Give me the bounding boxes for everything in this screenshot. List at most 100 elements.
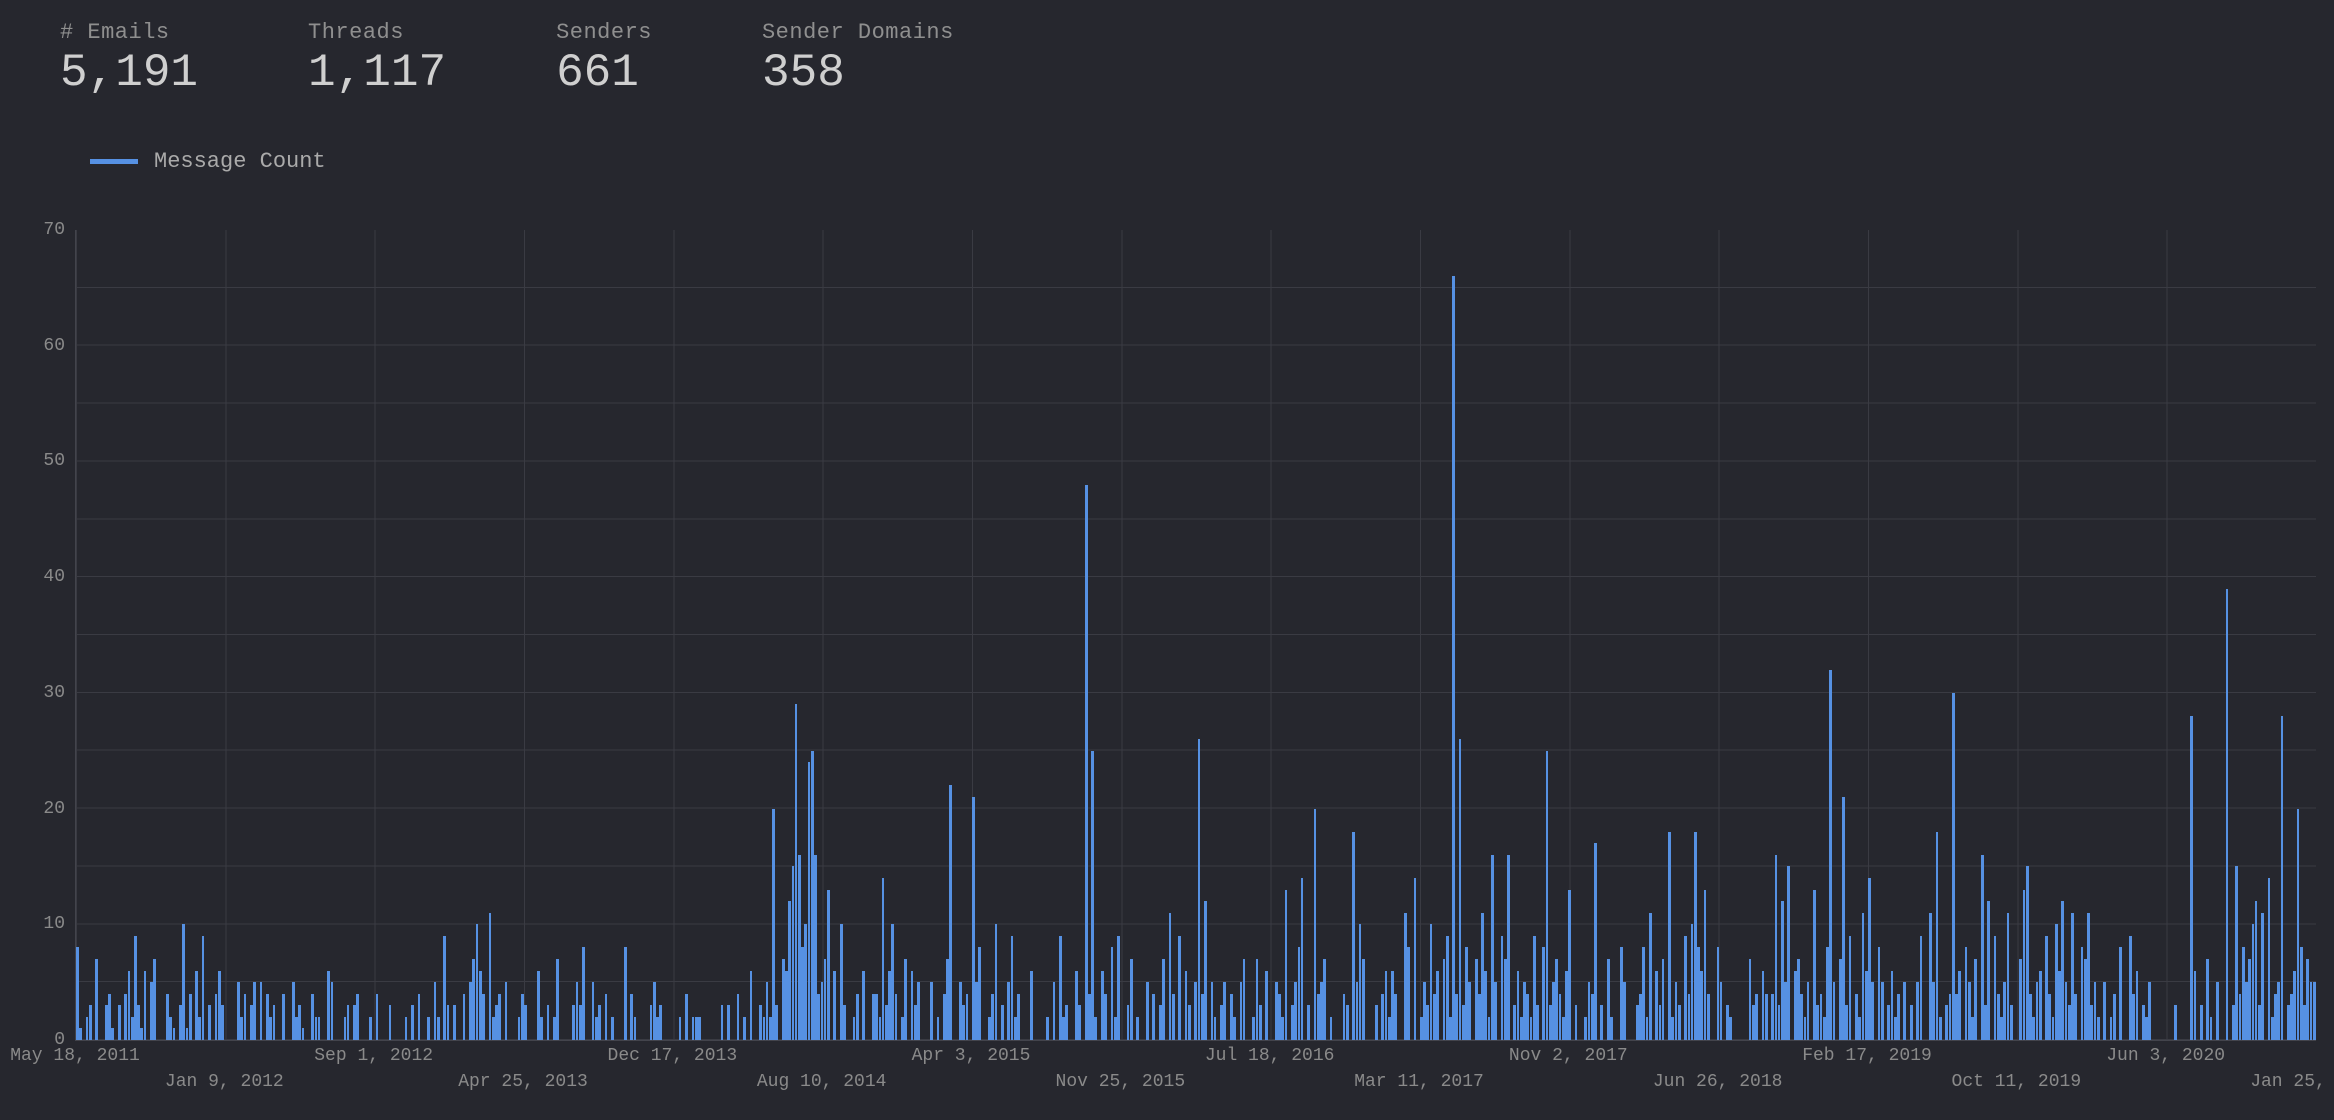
chart-bar[interactable] [2174, 1005, 2177, 1040]
chart-bar[interactable] [540, 1017, 543, 1040]
chart-bar[interactable] [1594, 843, 1597, 1040]
chart-bar[interactable] [2039, 971, 2042, 1040]
chart-bar[interactable] [750, 971, 753, 1040]
chart-bar[interactable] [1600, 1005, 1603, 1040]
chart-bar[interactable] [1842, 797, 1845, 1040]
chart-bar[interactable] [2261, 913, 2264, 1040]
chart-bar[interactable] [1259, 1005, 1262, 1040]
chart-bar[interactable] [995, 924, 998, 1040]
chart-bar[interactable] [1787, 866, 1790, 1040]
chart-bar[interactable] [2268, 878, 2271, 1040]
chart-bar[interactable] [1575, 1005, 1578, 1040]
chart-bar[interactable] [76, 947, 79, 1040]
chart-bar[interactable] [843, 1005, 846, 1040]
chart-bar[interactable] [917, 982, 920, 1040]
chart-bar[interactable] [1678, 1005, 1681, 1040]
chart-bar[interactable] [1330, 1017, 1333, 1040]
chart-bar[interactable] [1452, 276, 1455, 1040]
chart-bar[interactable] [1507, 855, 1510, 1040]
chart-bar[interactable] [1407, 947, 1410, 1040]
chart-bar[interactable] [2313, 982, 2316, 1040]
chart-bar[interactable] [1623, 982, 1626, 1040]
chart-bar[interactable] [89, 1005, 92, 1040]
chart-bar[interactable] [895, 994, 898, 1040]
chart-bar[interactable] [1936, 832, 1939, 1040]
message-count-chart[interactable]: 010203040506070 May 18, 2011Jan 9, 2012S… [15, 230, 2315, 1100]
plot-area[interactable] [75, 230, 2316, 1041]
chart-bar[interactable] [1285, 890, 1288, 1040]
chart-bar[interactable] [173, 1028, 176, 1040]
chart-bar[interactable] [1162, 959, 1165, 1040]
chart-bar[interactable] [1881, 982, 1884, 1040]
chart-bar[interactable] [1136, 1017, 1139, 1040]
chart-bar[interactable] [347, 1005, 350, 1040]
chart-bar[interactable] [1346, 1005, 1349, 1040]
chart-bar[interactable] [79, 1028, 82, 1040]
chart-bar[interactable] [411, 1005, 414, 1040]
chart-bar[interactable] [2097, 1017, 2100, 1040]
chart-bar[interactable] [111, 1028, 114, 1040]
chart-bar[interactable] [685, 994, 688, 1040]
chart-bar[interactable] [827, 890, 830, 1040]
chart-bar[interactable] [405, 1017, 408, 1040]
chart-bar[interactable] [1265, 971, 1268, 1040]
chart-bar[interactable] [1568, 890, 1571, 1040]
chart-bar[interactable] [1987, 901, 1990, 1040]
chart-bar[interactable] [1233, 1017, 1236, 1040]
chart-bar[interactable] [1078, 1005, 1081, 1040]
chart-bar[interactable] [95, 959, 98, 1040]
chart-bar[interactable] [2010, 1005, 2013, 1040]
chart-bar[interactable] [208, 1005, 211, 1040]
chart-bar[interactable] [2210, 1017, 2213, 1040]
chart-bar[interactable] [1065, 1005, 1068, 1040]
chart-bar[interactable] [721, 1005, 724, 1040]
chart-bar[interactable] [1172, 994, 1175, 1040]
chart-bar[interactable] [1871, 982, 1874, 1040]
chart-bar[interactable] [1085, 485, 1088, 1040]
chart-bar[interactable] [482, 994, 485, 1040]
chart-bar[interactable] [611, 1017, 614, 1040]
chart-bar[interactable] [698, 1017, 701, 1040]
chart-bar[interactable] [1720, 982, 1723, 1040]
chart-bar[interactable] [1897, 994, 1900, 1040]
chart-bar[interactable] [556, 959, 559, 1040]
chart-bar[interactable] [2119, 947, 2122, 1040]
chart-bar[interactable] [1362, 959, 1365, 1040]
chart-bar[interactable] [1765, 994, 1768, 1040]
chart-bar[interactable] [144, 971, 147, 1040]
chart-bar[interactable] [2226, 589, 2229, 1040]
chart-bar[interactable] [1091, 751, 1094, 1040]
chart-bar[interactable] [1243, 959, 1246, 1040]
chart-bar[interactable] [153, 959, 156, 1040]
chart-bar[interactable] [418, 994, 421, 1040]
chart-bar[interactable] [1104, 994, 1107, 1040]
chart-bar[interactable] [930, 982, 933, 1040]
chart-bar[interactable] [1204, 901, 1207, 1040]
chart-bar[interactable] [244, 994, 247, 1040]
chart-bar[interactable] [302, 1028, 305, 1040]
chart-bar[interactable] [273, 1005, 276, 1040]
chart-bar[interactable] [1188, 1005, 1191, 1040]
chart-bar[interactable] [1958, 971, 1961, 1040]
chart-bar[interactable] [189, 994, 192, 1040]
chart-bar[interactable] [1436, 971, 1439, 1040]
chart-bar[interactable] [2148, 982, 2151, 1040]
chart-bar[interactable] [1649, 913, 1652, 1040]
chart-bar[interactable] [1755, 994, 1758, 1040]
chart-bar[interactable] [1536, 1005, 1539, 1040]
chart-bar[interactable] [1178, 936, 1181, 1040]
chart-bar[interactable] [2216, 982, 2219, 1040]
chart-bar[interactable] [1375, 1005, 1378, 1040]
chart-bar[interactable] [221, 1005, 224, 1040]
chart-bar[interactable] [1001, 1005, 1004, 1040]
chart-bar[interactable] [1729, 1017, 1732, 1040]
chart-bar[interactable] [1546, 751, 1549, 1040]
chart-bar[interactable] [833, 971, 836, 1040]
chart-bar[interactable] [2194, 971, 2197, 1040]
chart-bar[interactable] [1903, 982, 1906, 1040]
chart-bar[interactable] [1053, 982, 1056, 1040]
chart-bar[interactable] [260, 982, 263, 1040]
chart-bar[interactable] [376, 994, 379, 1040]
chart-bar[interactable] [1939, 1017, 1942, 1040]
chart-bar[interactable] [1323, 959, 1326, 1040]
